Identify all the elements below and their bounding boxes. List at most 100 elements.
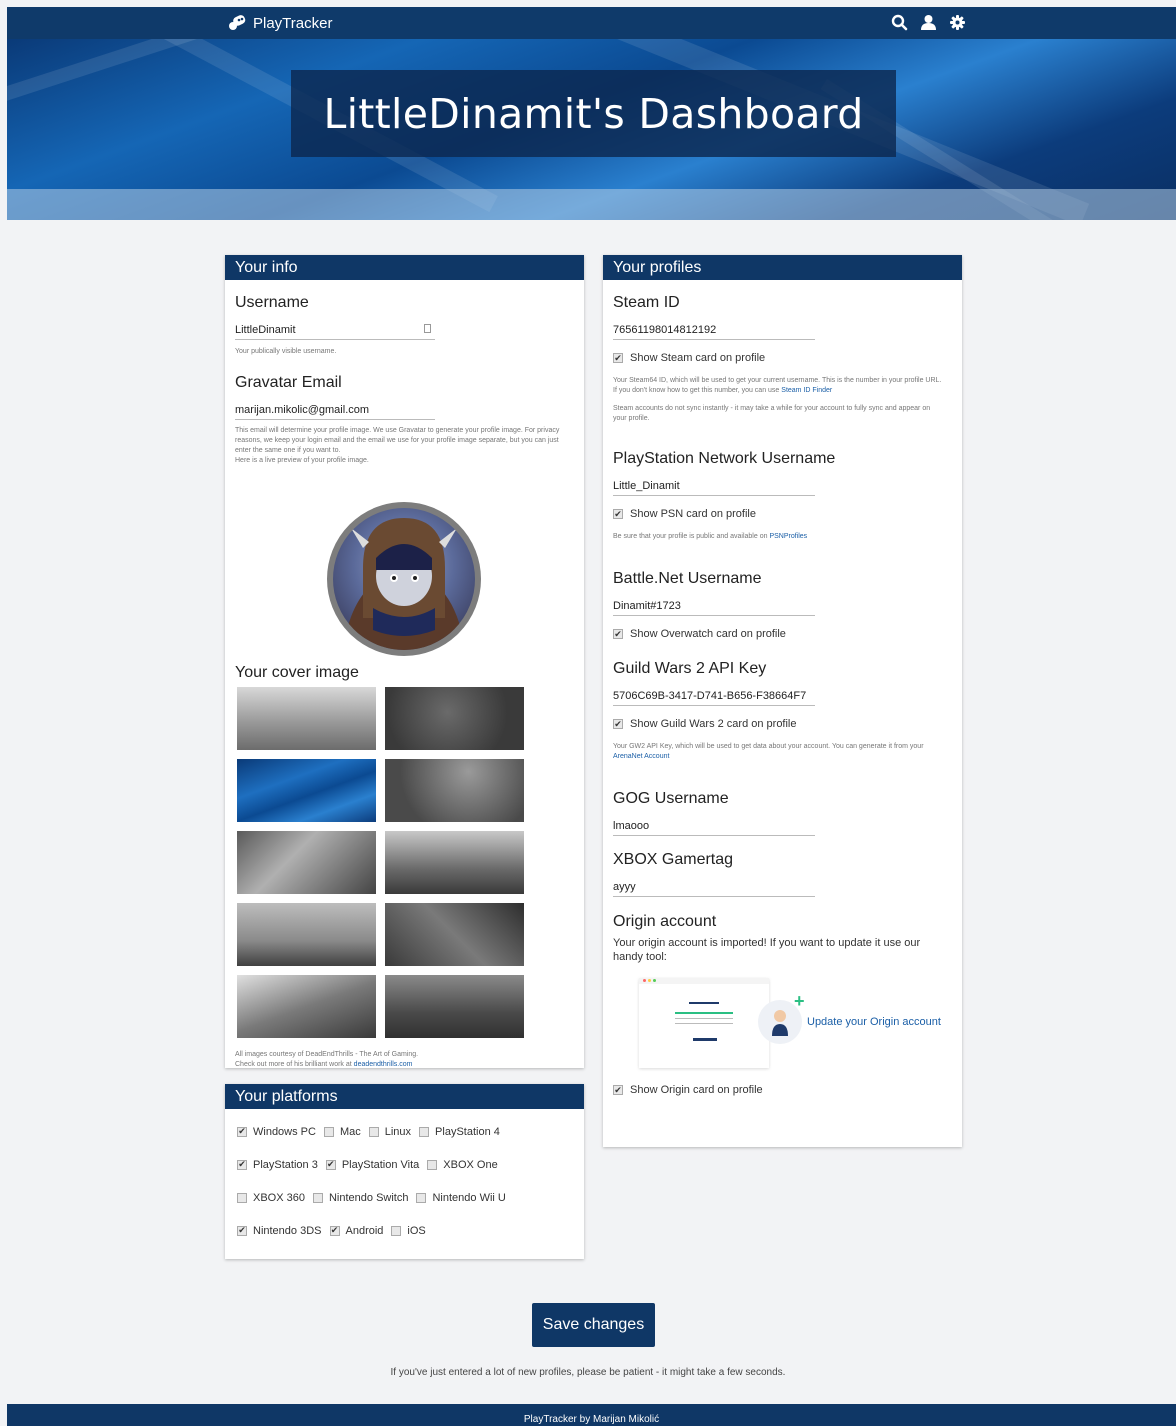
psn-card-toggle[interactable]: ✔ Show PSN card on profile [613, 508, 952, 520]
cover-option[interactable] [385, 687, 524, 750]
footer-credit: PlayTracker by Marijan Mikolić [523, 1414, 660, 1425]
psn-help: Be sure that your profile is public and … [613, 533, 770, 540]
platform-option[interactable]: ✔ Android [329, 1225, 383, 1237]
cover-image-grid [237, 687, 524, 1038]
platform-label: Mac [339, 1125, 361, 1138]
platform-label: PlayStation 3 [253, 1158, 318, 1171]
username-help: Your publically visible username. [235, 348, 337, 355]
platform-checkbox[interactable] [419, 1126, 430, 1137]
your-info-heading: Your info [225, 255, 584, 280]
gog-field[interactable]: lmaooo [613, 814, 815, 836]
origin-card-label: Show Origin card on profile [630, 1084, 763, 1096]
cover-option[interactable] [237, 903, 376, 966]
cover-option[interactable] [385, 759, 524, 822]
platform-label: Nintendo 3DS [253, 1224, 322, 1237]
platform-checkbox[interactable]: ✔ [329, 1225, 340, 1236]
origin-update-widget[interactable]: + Update your Origin account [613, 972, 952, 1072]
platform-option[interactable]: PlayStation 4 [419, 1126, 500, 1138]
steam-card-checkbox[interactable]: ✔ [613, 353, 623, 363]
platform-label: Windows PC [253, 1125, 316, 1138]
platform-checkbox[interactable]: ✔ [325, 1159, 336, 1170]
cover-option[interactable] [237, 687, 376, 750]
gw2-card-label: Show Guild Wars 2 card on profile [630, 718, 797, 730]
hero-banner: LittleDinamit's Dashboard [7, 39, 1176, 220]
platform-checkbox[interactable]: ✔ [237, 1159, 247, 1170]
page-title: LittleDinamit's Dashboard [323, 89, 864, 138]
username-field[interactable]: LittleDinamit [235, 318, 435, 340]
user-icon[interactable] [920, 14, 937, 31]
cover-option[interactable] [385, 975, 524, 1038]
search-icon[interactable] [891, 14, 908, 31]
origin-browser-illustration [639, 978, 769, 1068]
platform-row: ✔ Nintendo 3DS ✔ Android iOS [237, 1214, 572, 1247]
platform-checkbox[interactable] [312, 1192, 323, 1203]
platform-option[interactable]: ✔ PlayStation 3 [237, 1159, 318, 1171]
steam-id-label: Steam ID [613, 294, 680, 311]
brand-link[interactable]: PlayTracker [227, 14, 332, 32]
origin-label: Origin account [613, 913, 717, 930]
platform-label: iOS [407, 1224, 426, 1237]
gw2-api-key-field[interactable]: 5706C69B-3417-D741-B656-F38664F7 [613, 684, 815, 706]
platform-checkbox[interactable]: ✔ [237, 1225, 247, 1236]
cover-option[interactable] [385, 903, 524, 966]
deadendthrills-link[interactable]: deadendthrills.com [354, 1061, 413, 1068]
overwatch-card-toggle[interactable]: ✔ Show Overwatch card on profile [613, 628, 952, 640]
gog-label: GOG Username [613, 790, 729, 807]
cover-credit-line2: Check out more of his brilliant work at [235, 1061, 354, 1068]
platform-option[interactable]: iOS [391, 1224, 426, 1237]
gw2-label: Guild Wars 2 API Key [613, 660, 767, 677]
save-button[interactable]: Save changes [532, 1303, 655, 1347]
platform-row: ✔ PlayStation 3 ✔ PlayStation Vita XBOX One [237, 1148, 572, 1181]
origin-card-checkbox[interactable]: ✔ [613, 1085, 623, 1095]
xbox-gamertag-field[interactable]: ayyy [613, 875, 815, 897]
platform-checkbox[interactable] [391, 1225, 402, 1236]
platform-option[interactable]: ✔ Nintendo 3DS [237, 1225, 322, 1237]
steam-card-toggle[interactable]: ✔ Show Steam card on profile [613, 352, 952, 364]
cover-option-selected[interactable] [237, 759, 376, 822]
gw2-card-toggle[interactable]: ✔ Show Guild Wars 2 card on profile [613, 718, 952, 730]
platform-option[interactable]: ✔ PlayStation Vita [325, 1159, 419, 1171]
platform-label: XBOX One [443, 1158, 498, 1171]
platform-option[interactable]: ✔ Windows PC [237, 1126, 316, 1138]
steam-id-field[interactable]: 76561198014812192 [613, 318, 815, 340]
platform-label: PlayStation 4 [435, 1125, 500, 1138]
overwatch-card-checkbox[interactable]: ✔ [613, 629, 623, 639]
platform-option[interactable]: Linux [368, 1126, 411, 1138]
psn-field[interactable]: Little_Dinamit [613, 474, 815, 496]
platform-option[interactable]: XBOX 360 [237, 1192, 305, 1204]
platform-checkbox[interactable] [323, 1126, 334, 1137]
psn-card-checkbox[interactable]: ✔ [613, 509, 623, 519]
gravatar-email-value: marijan.mikolic@gmail.com [235, 404, 370, 416]
psnprofiles-link[interactable]: PSNProfiles [769, 533, 807, 540]
username-value: LittleDinamit [235, 324, 296, 336]
platform-checkbox[interactable] [427, 1159, 438, 1170]
platform-checkbox[interactable] [237, 1192, 247, 1203]
footer: PlayTracker by Marijan Mikolić [7, 1404, 1176, 1426]
steam-id-finder-link[interactable]: Steam ID Finder [781, 387, 832, 394]
platform-checkbox[interactable] [368, 1126, 379, 1137]
cover-option[interactable] [385, 831, 524, 894]
gravatar-email-field[interactable]: marijan.mikolic@gmail.com [235, 398, 435, 420]
platform-label: Nintendo Switch [328, 1191, 409, 1204]
cover-option[interactable] [237, 975, 376, 1038]
gw2-card-checkbox[interactable]: ✔ [613, 719, 623, 729]
origin-card-toggle[interactable]: ✔ Show Origin card on profile [613, 1084, 952, 1096]
cover-option[interactable] [237, 831, 376, 894]
battlenet-value: Dinamit#1723 [613, 600, 681, 612]
brand-name: PlayTracker [253, 14, 333, 32]
platform-option[interactable]: Nintendo Switch [312, 1191, 409, 1204]
platform-checkbox[interactable]: ✔ [237, 1126, 247, 1137]
arenanet-account-link[interactable]: ArenaNet Account [613, 753, 669, 760]
platform-option[interactable]: XBOX One [427, 1158, 498, 1171]
origin-update-link[interactable]: Update your Origin account [807, 1016, 941, 1028]
avatar-illustration [343, 518, 465, 650]
battlenet-field[interactable]: Dinamit#1723 [613, 594, 815, 616]
platform-option[interactable]: Mac [323, 1125, 361, 1138]
clipboard-icon [424, 324, 431, 333]
top-navbar: PlayTracker [7, 7, 1176, 39]
platform-label: Nintendo Wii U [432, 1191, 506, 1204]
platform-checkbox[interactable] [416, 1192, 427, 1203]
platform-option[interactable]: Nintendo Wii U [416, 1191, 506, 1204]
gear-icon[interactable] [949, 14, 966, 31]
origin-imported-text: Your origin account is imported! If you … [613, 937, 921, 963]
